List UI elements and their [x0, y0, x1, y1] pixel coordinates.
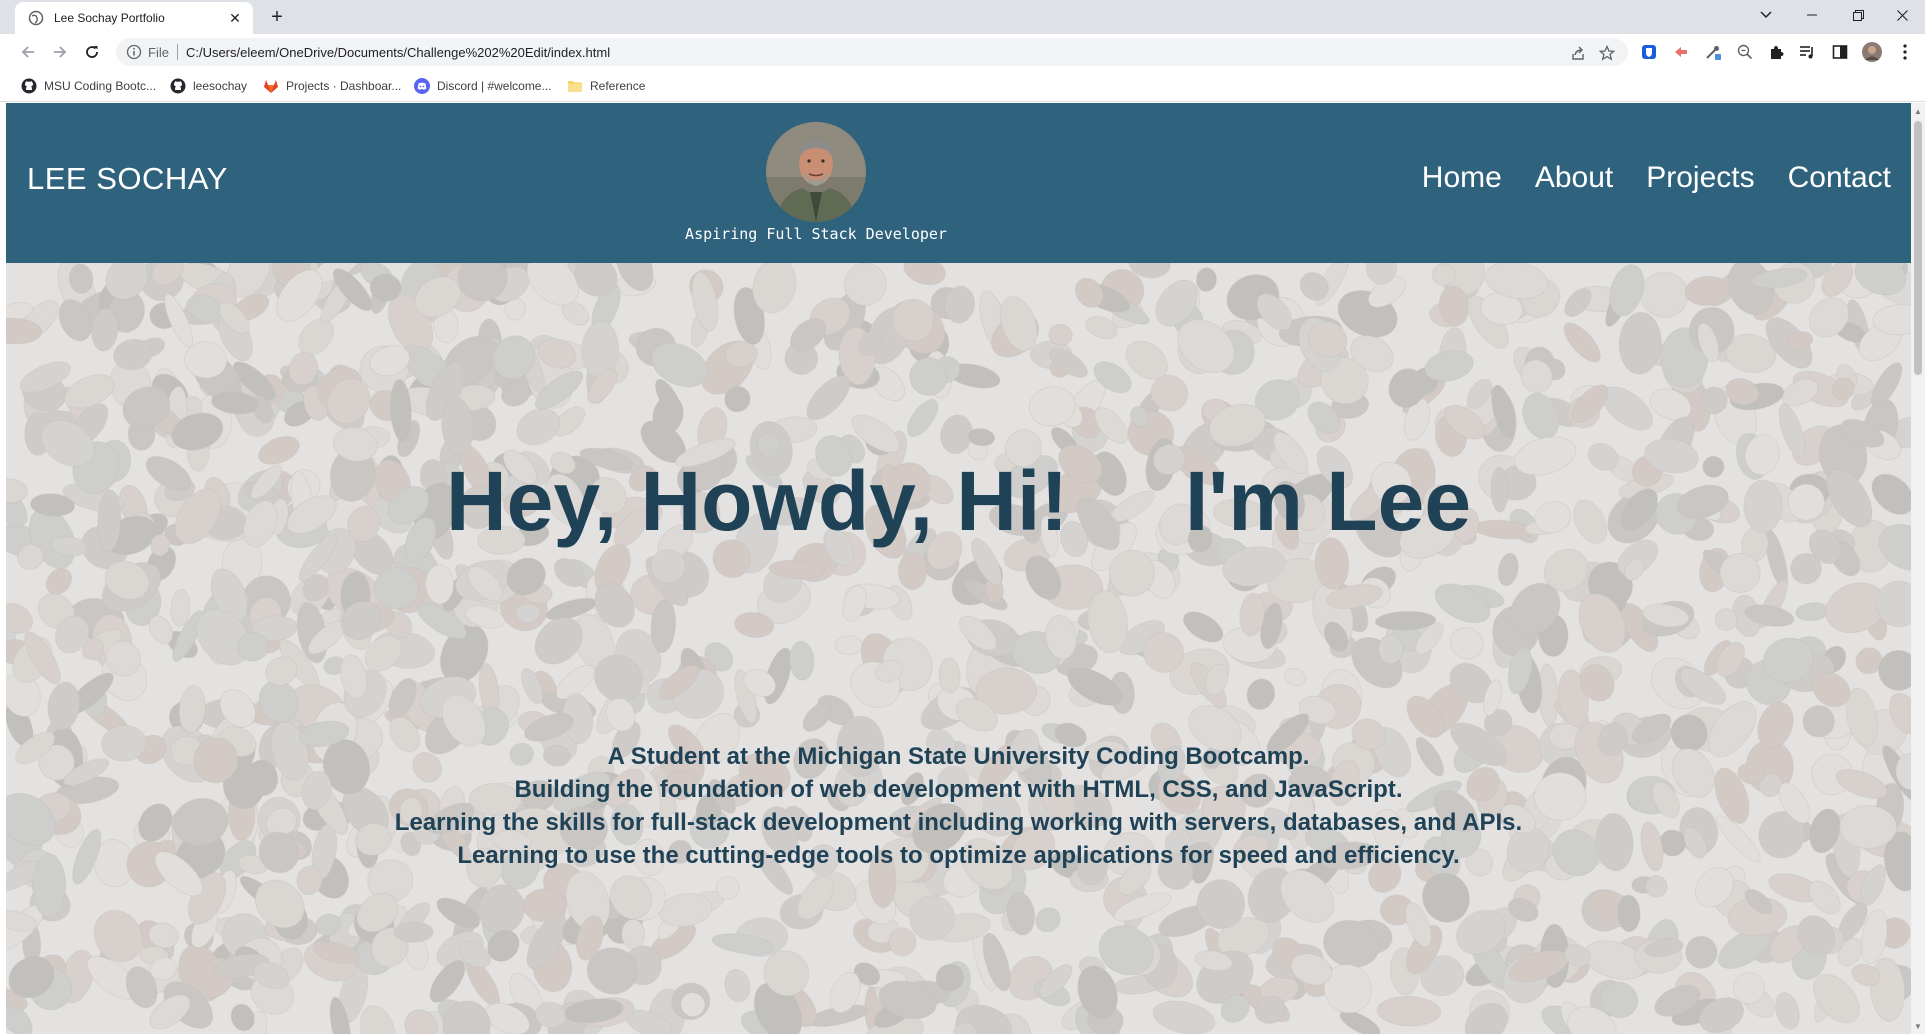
bitwarden-icon[interactable] — [1639, 42, 1659, 62]
scroll-up-icon[interactable]: ▲ — [1911, 103, 1925, 119]
hero-line: A Student at the Michigan State Universi… — [607, 743, 1310, 770]
hero-line: Learning the skills for full-stack devel… — [394, 809, 1523, 836]
bookmarks-bar: MSU Coding Bootc... leesochay Projects ·… — [0, 70, 1925, 102]
tab-title: Lee Sochay Portfolio — [54, 11, 165, 25]
hero-title: Hey, Howdy, Hi! I'm Lee — [445, 454, 1472, 548]
forward-icon[interactable] — [46, 38, 74, 66]
extension-arrow-icon[interactable] — [1671, 42, 1691, 62]
bookmark-label: leesochay — [193, 79, 248, 93]
info-icon[interactable] — [126, 44, 142, 60]
bookmark-label: Discord | #welcome... — [437, 79, 552, 93]
close-tab-icon[interactable]: ✕ — [227, 10, 243, 26]
bookmark-label: MSU Coding Bootc... — [44, 79, 157, 93]
bookmark-gitlab-projects[interactable]: Projects · Dashboar... — [263, 77, 401, 95]
hero-line: Building the foundation of web developme… — [514, 776, 1403, 803]
hero-description: A Student at the Michigan State Universi… — [6, 740, 1911, 872]
zoom-icon[interactable] — [1735, 42, 1755, 62]
bookmark-leesochay[interactable]: leesochay — [170, 77, 247, 95]
menu-kebab-icon[interactable] — [1895, 42, 1915, 62]
extensions-puzzle-icon[interactable] — [1766, 42, 1786, 62]
new-tab-button[interactable]: + — [266, 6, 288, 28]
background-overlay — [6, 263, 1911, 1034]
main-nav: Home About Projects Contact — [1422, 161, 1891, 195]
gitlab-icon — [263, 78, 279, 94]
page-viewport: LEE SOCHAY Aspiring Full Stack Developer… — [6, 103, 1911, 1034]
side-panel-icon[interactable] — [1830, 42, 1850, 62]
page-scrollbar[interactable]: ▲ ▼ — [1911, 103, 1925, 1034]
media-queue-icon[interactable] — [1797, 42, 1817, 62]
reload-icon[interactable] — [78, 38, 106, 66]
discord-icon — [414, 78, 430, 94]
browser-toolbar: File C:/Users/eleem/OneDrive/Documents/C… — [0, 34, 1925, 70]
browser-tab[interactable]: Lee Sochay Portfolio ✕ — [15, 2, 253, 34]
back-icon[interactable] — [14, 38, 42, 66]
bookmark-star-icon[interactable] — [1598, 44, 1616, 62]
bookmark-discord[interactable]: Discord | #welcome... — [414, 77, 552, 95]
url-divider — [176, 44, 178, 60]
address-bar[interactable]: File C:/Users/eleem/OneDrive/Documents/C… — [116, 38, 1628, 66]
tab-search-icon[interactable] — [1743, 0, 1789, 30]
nav-home[interactable]: Home — [1422, 161, 1502, 195]
tab-strip: Lee Sochay Portfolio ✕ + — [0, 0, 1925, 34]
bookmark-label: Reference — [590, 79, 646, 93]
github-icon — [170, 78, 186, 94]
globe-icon — [28, 10, 44, 26]
nav-about[interactable]: About — [1535, 161, 1613, 195]
bookmark-label: Projects · Dashboar... — [286, 79, 402, 93]
close-window-icon[interactable] — [1879, 0, 1925, 30]
restore-icon[interactable] — [1835, 0, 1881, 30]
nav-contact[interactable]: Contact — [1788, 161, 1891, 195]
hero-section: Hey, Howdy, Hi! I'm Lee A Student at the… — [6, 263, 1911, 1034]
hero-line: Learning to use the cutting-edge tools t… — [457, 842, 1460, 869]
site-tagline: Aspiring Full Stack Developer — [685, 225, 947, 243]
url-scheme: File — [148, 44, 169, 60]
nav-projects[interactable]: Projects — [1646, 161, 1754, 195]
scrollbar-thumb[interactable] — [1914, 121, 1922, 375]
minimize-icon[interactable] — [1789, 0, 1835, 30]
site-header: LEE SOCHAY Aspiring Full Stack Developer… — [6, 103, 1911, 263]
url-text[interactable]: C:/Users/eleem/OneDrive/Documents/Challe… — [186, 45, 610, 60]
profile-avatar-icon[interactable] — [1862, 42, 1882, 62]
share-icon[interactable] — [1569, 44, 1587, 62]
site-brand[interactable]: LEE SOCHAY — [27, 161, 228, 197]
scroll-down-icon[interactable]: ▼ — [1911, 1018, 1925, 1034]
bookmark-msu[interactable]: MSU Coding Bootc... — [21, 77, 156, 95]
folder-icon — [567, 78, 583, 94]
bookmark-folder-reference[interactable]: Reference — [567, 77, 645, 95]
eyedropper-icon[interactable] — [1703, 42, 1723, 62]
profile-photo — [766, 122, 866, 222]
github-icon — [21, 78, 37, 94]
